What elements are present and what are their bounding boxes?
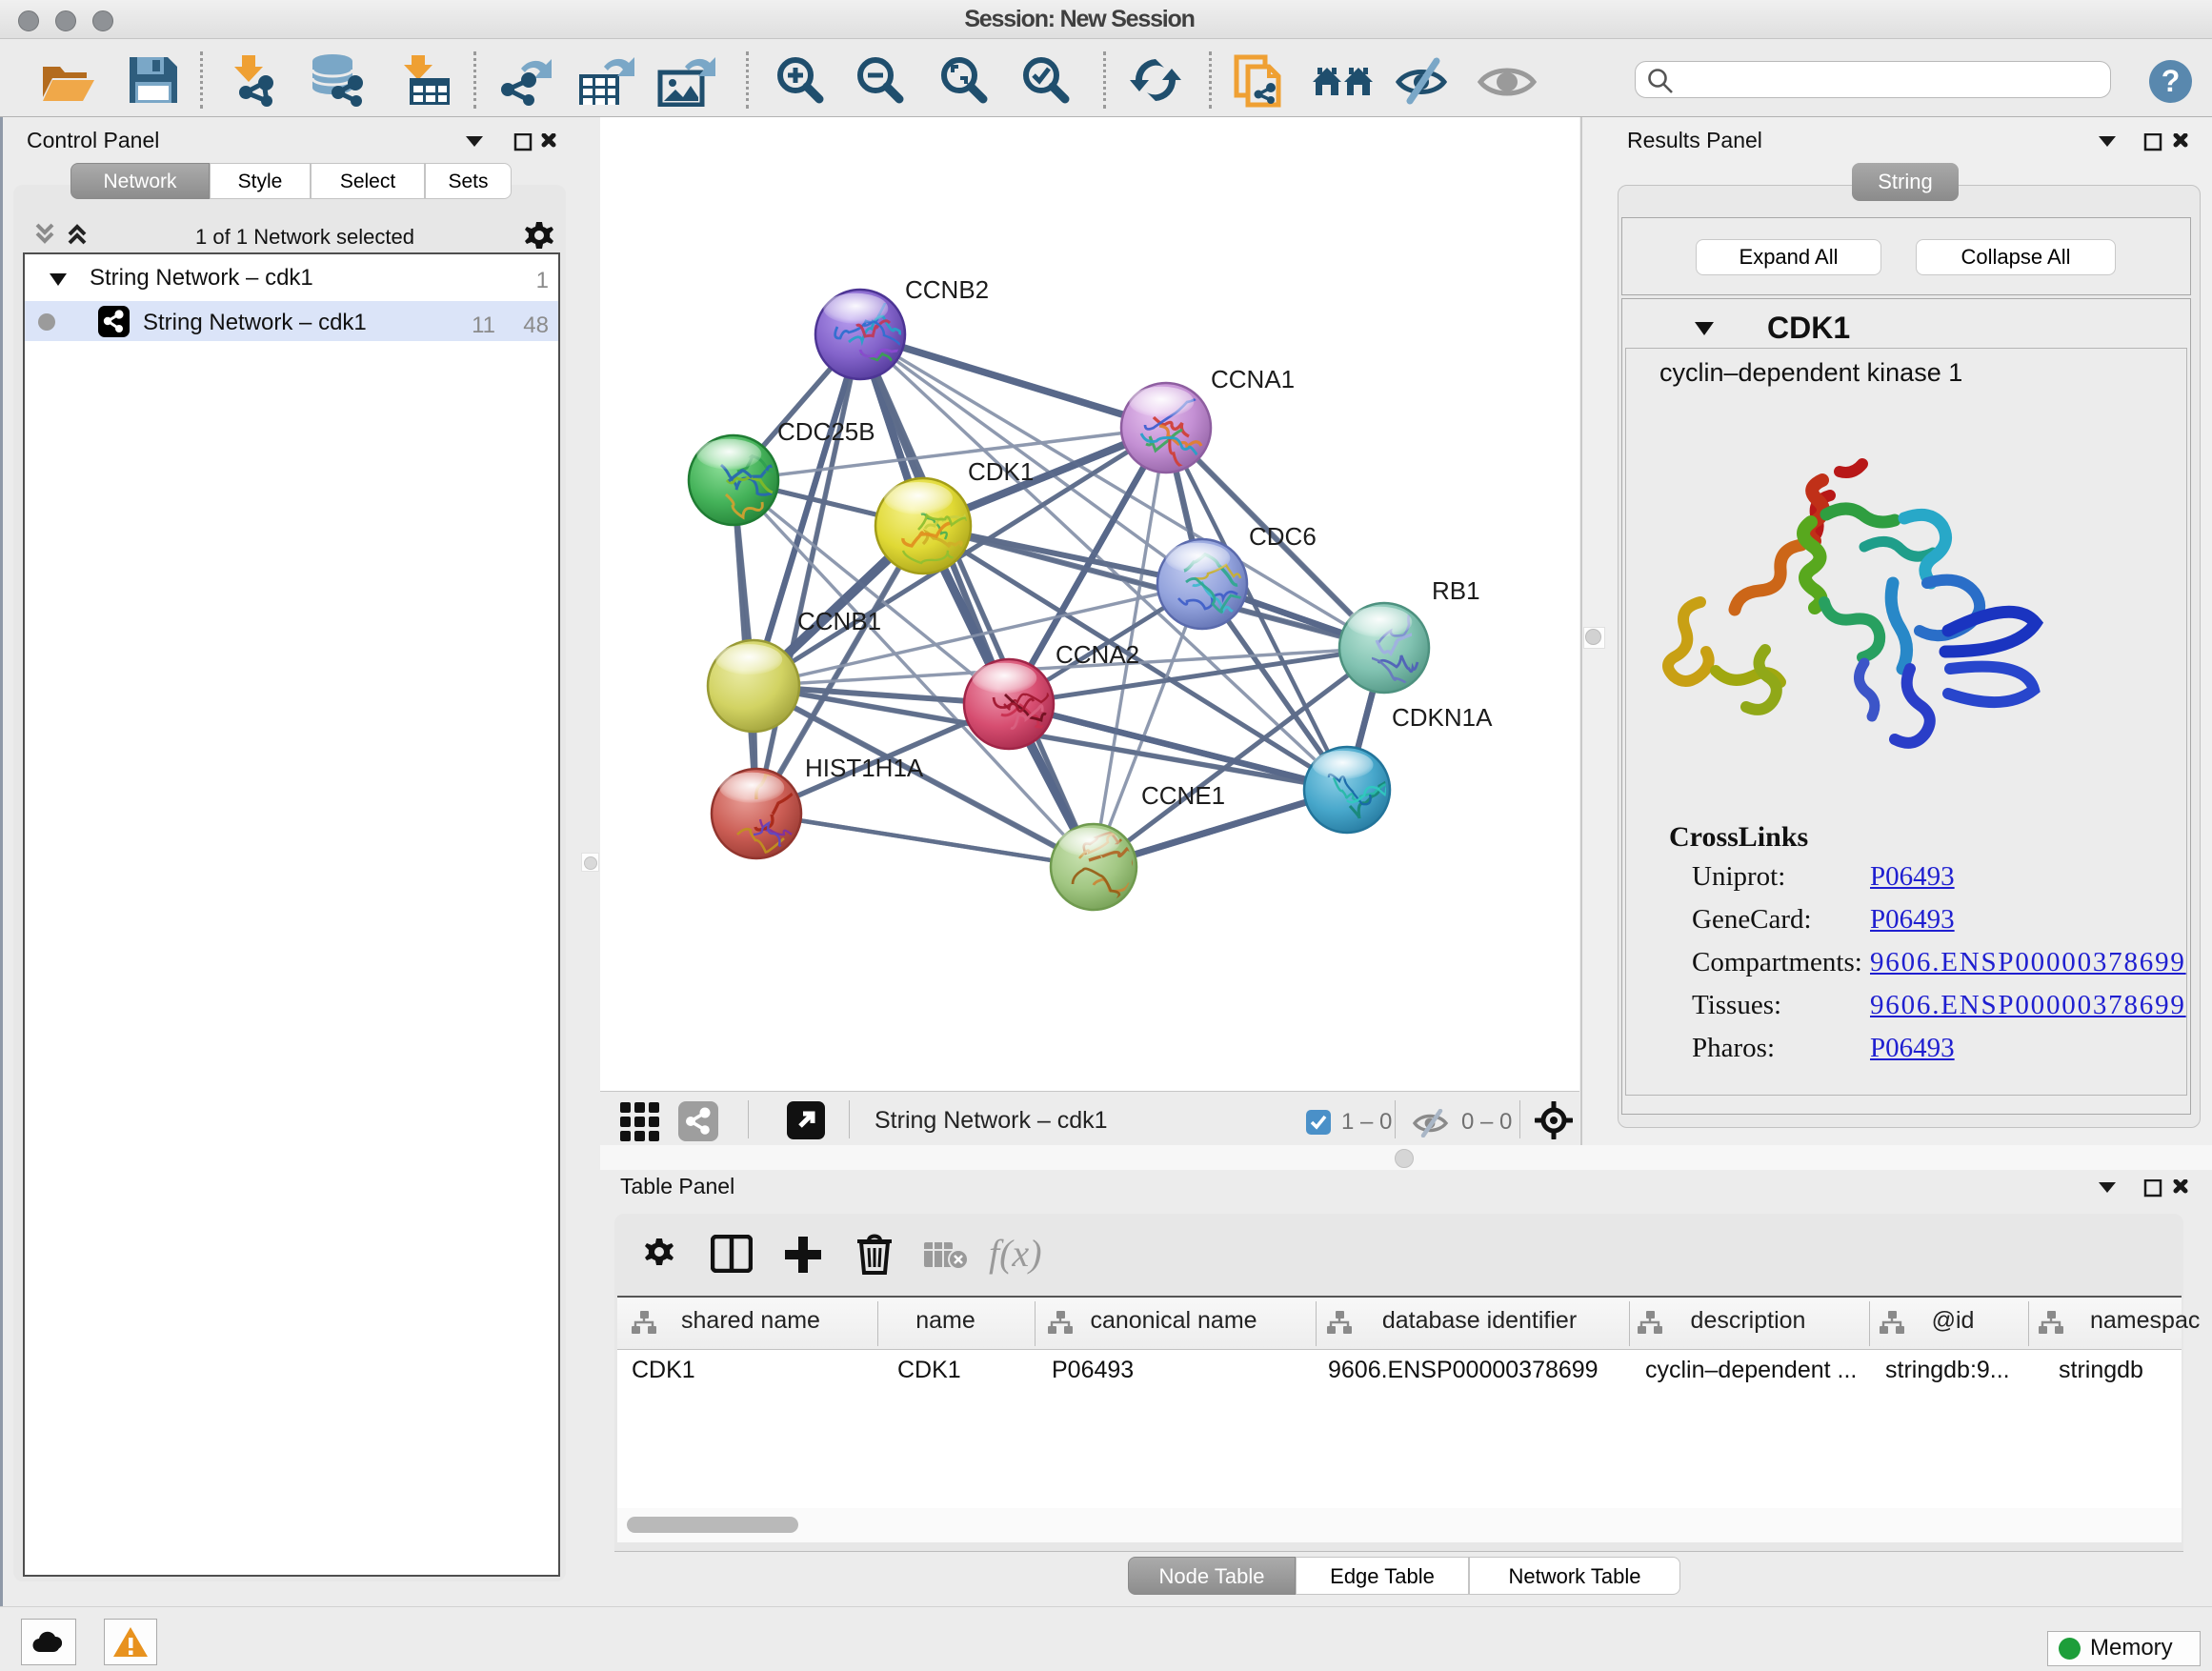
svg-text:RB1: RB1 bbox=[1432, 576, 1480, 605]
svg-text:CDC25B: CDC25B bbox=[777, 417, 875, 446]
svg-text:HIST1H1A: HIST1H1A bbox=[805, 754, 924, 782]
svg-text:CCNA1: CCNA1 bbox=[1211, 365, 1295, 393]
svg-text:CDKN1A: CDKN1A bbox=[1392, 703, 1493, 732]
svg-text:CCNA2: CCNA2 bbox=[1056, 640, 1139, 669]
svg-text:CCNB1: CCNB1 bbox=[797, 607, 881, 635]
svg-text:CDC6: CDC6 bbox=[1249, 522, 1317, 551]
svg-text:CCNE1: CCNE1 bbox=[1141, 781, 1225, 810]
svg-text:CDK1: CDK1 bbox=[968, 457, 1034, 486]
svg-text:CCNB2: CCNB2 bbox=[905, 275, 989, 304]
